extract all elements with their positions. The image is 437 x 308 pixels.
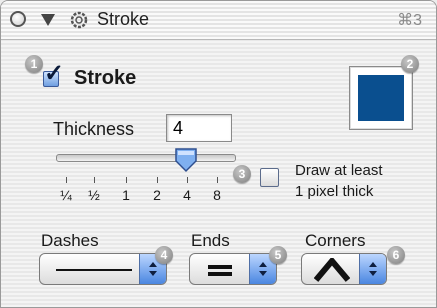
- window-shortcut: ⌘3: [397, 12, 422, 29]
- title-bar[interactable]: Stroke ⌘3: [1, 1, 436, 40]
- stroke-palette-window: Stroke ⌘3 1 ✓ Stroke 2 Thickness ¼ ½ 1 2…: [0, 0, 437, 308]
- solid-line-icon: [56, 269, 132, 271]
- butt-end-icon: [208, 265, 232, 269]
- tick-label: 2: [153, 187, 161, 203]
- dashes-popup[interactable]: [39, 253, 167, 285]
- callout-badge-3: 3: [233, 165, 251, 183]
- callout-badge-1: 1: [25, 55, 43, 73]
- popup-arrows-icon: [359, 254, 386, 284]
- gear-icon[interactable]: [70, 11, 88, 29]
- callout-badge-6: 6: [387, 246, 405, 264]
- callout-badge-5: 5: [269, 246, 287, 264]
- thickness-field[interactable]: [166, 114, 232, 142]
- slider-tick: [94, 177, 95, 183]
- thickness-slider-thumb[interactable]: [174, 147, 198, 173]
- slider-tick: [157, 177, 158, 183]
- min-pixel-checkbox[interactable]: [260, 168, 279, 187]
- stroke-color-well[interactable]: [349, 66, 413, 130]
- min-pixel-label-line2: 1 pixel thick: [295, 183, 374, 200]
- tick-label: ½: [88, 187, 100, 203]
- dashes-label: Dashes: [41, 231, 99, 250]
- stroke-color-swatch: [358, 75, 404, 121]
- checkmark-icon: ✓: [44, 60, 65, 87]
- corners-label: Corners: [305, 231, 366, 250]
- min-pixel-label-line1: Draw at least: [295, 162, 383, 179]
- close-button-icon[interactable]: [10, 11, 26, 27]
- ends-popup[interactable]: [189, 253, 277, 285]
- window-title: Stroke: [97, 9, 150, 29]
- slider-tick: [187, 177, 188, 183]
- tick-label: ¼: [60, 187, 72, 203]
- tick-label: 4: [183, 187, 191, 203]
- miter-corner-icon: [314, 258, 350, 282]
- slider-tick: [126, 177, 127, 183]
- slider-tick: [217, 177, 218, 183]
- callout-badge-2: 2: [401, 55, 419, 73]
- tick-label: 1: [122, 187, 130, 203]
- disclosure-triangle-icon[interactable]: [41, 14, 55, 26]
- corners-popup[interactable]: [301, 253, 387, 285]
- ends-label: Ends: [191, 231, 230, 250]
- min-pixel-label: Draw at least 1 pixel thick: [295, 160, 435, 202]
- callout-badge-4: 4: [155, 246, 173, 264]
- tick-label: 8: [213, 187, 221, 203]
- thickness-label: Thickness: [53, 119, 135, 139]
- thickness-slider-track[interactable]: [56, 154, 236, 162]
- slider-tick: [66, 177, 67, 183]
- stroke-label: Stroke: [74, 67, 137, 89]
- stroke-checkbox[interactable]: ✓: [43, 62, 64, 87]
